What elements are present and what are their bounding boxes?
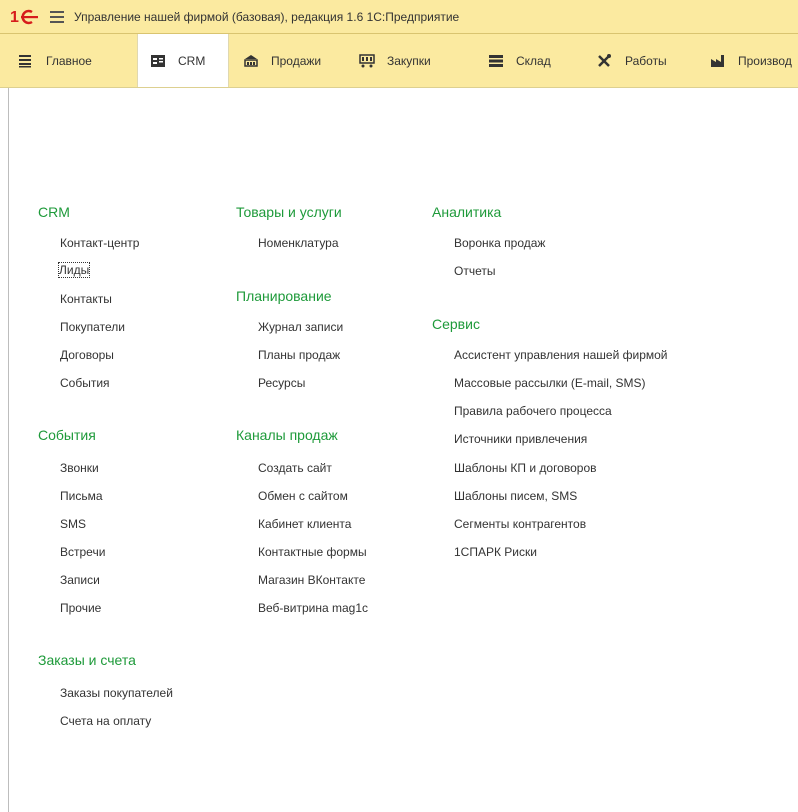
nav-item-contacts[interactable]: Контакты xyxy=(60,292,112,306)
section-label: Производ xyxy=(738,53,792,68)
nav-item-sales-plans[interactable]: Планы продаж xyxy=(258,348,340,362)
nav-item-invoices[interactable]: Счета на оплату xyxy=(60,714,151,728)
nav-item-vk-store[interactable]: Магазин ВКонтакте xyxy=(258,573,365,587)
section-crm[interactable]: CRM xyxy=(137,34,229,87)
section-works[interactable]: Работы xyxy=(597,34,667,87)
content-area: CRM Контакт-центр Лиды Контакты Покупате… xyxy=(0,88,798,812)
group-title-crm: CRM xyxy=(38,204,70,220)
section-label: CRM xyxy=(178,54,206,68)
nav-item-resources[interactable]: Ресурсы xyxy=(258,376,305,390)
title-bar: 1 Управление нашей фирмой (базовая), ред… xyxy=(0,0,798,34)
window-title: Управление нашей фирмой (базовая), редак… xyxy=(74,9,460,24)
section-label: Склад xyxy=(516,53,551,68)
nav-item-contracts[interactable]: Договоры xyxy=(60,348,114,362)
nav-item-assistant[interactable]: Ассистент управления нашей фирмой xyxy=(454,348,668,362)
nav-item-site-exchange[interactable]: Обмен с сайтом xyxy=(258,489,348,503)
group-title-goods: Товары и услуги xyxy=(236,204,342,220)
nav-item-proposal-templates[interactable]: Шаблоны КП и договоров xyxy=(454,461,597,475)
nav-item-letters[interactable]: Письма xyxy=(60,489,103,503)
nav-item-letter-templates[interactable]: Шаблоны писем, SMS xyxy=(454,489,577,503)
nav-item-mass-mailing[interactable]: Массовые рассылки (E-mail, SMS) xyxy=(454,376,646,390)
nav-item-web-showcase[interactable]: Веб-витрина mag1c xyxy=(258,601,368,615)
1c-logo-icon[interactable]: 1 xyxy=(10,7,40,27)
warehouse-icon xyxy=(488,54,504,68)
section-label: Закупки xyxy=(387,53,431,68)
group-title-planning: Планирование xyxy=(236,288,332,304)
nav-item-create-site[interactable]: Создать сайт xyxy=(258,461,332,475)
nav-item-contact-center[interactable]: Контакт-центр xyxy=(60,236,139,250)
menu-lines-icon xyxy=(18,54,34,68)
nav-item-contact-forms[interactable]: Контактные формы xyxy=(258,545,367,559)
section-warehouse[interactable]: Склад xyxy=(488,34,551,87)
group-title-sales-channels: Каналы продаж xyxy=(236,427,338,443)
nav-item-meetings[interactable]: Встречи xyxy=(60,545,105,559)
svg-text:1: 1 xyxy=(10,9,19,26)
nav-item-counterparty-segments[interactable]: Сегменты контрагентов xyxy=(454,517,586,531)
nav-item-client-cabinet[interactable]: Кабинет клиента xyxy=(258,517,351,531)
nav-item-workflow-rules[interactable]: Правила рабочего процесса xyxy=(454,404,612,418)
section-label: Работы xyxy=(625,53,667,68)
section-label: Главное xyxy=(46,53,92,68)
section-label: Продажи xyxy=(271,53,322,68)
section-sales[interactable]: Продажи xyxy=(243,34,321,87)
section-production[interactable]: Производ xyxy=(710,34,792,87)
tools-icon xyxy=(597,53,613,68)
main-menu-icon[interactable] xyxy=(50,10,64,23)
nav-item-lead-sources[interactable]: Источники привлечения xyxy=(454,432,587,446)
cash-register-icon xyxy=(243,54,259,68)
nav-item-calls[interactable]: Звонки xyxy=(60,461,99,475)
shopping-cart-icon xyxy=(359,53,375,68)
nav-item-sms[interactable]: SMS xyxy=(60,517,86,531)
factory-icon xyxy=(710,54,726,68)
nav-item-nomenclature[interactable]: Номенклатура xyxy=(258,236,339,250)
nav-item-leads[interactable]: Лиды xyxy=(57,262,91,278)
nav-item-reports[interactable]: Отчеты xyxy=(454,264,495,278)
nav-item-records[interactable]: Записи xyxy=(60,573,100,587)
nav-item-other[interactable]: Прочие xyxy=(60,601,101,615)
nav-item-spark-risks[interactable]: 1СПАРК Риски xyxy=(454,545,537,559)
left-divider xyxy=(8,88,9,812)
group-title-events: События xyxy=(38,427,96,443)
nav-item-sales-funnel[interactable]: Воронка продаж xyxy=(454,236,545,250)
nav-item-customer-orders[interactable]: Заказы покупателей xyxy=(60,686,173,700)
section-purchases[interactable]: Закупки xyxy=(359,34,431,87)
nav-item-customers[interactable]: Покупатели xyxy=(60,320,125,334)
group-title-service: Сервис xyxy=(432,316,480,332)
group-title-orders: Заказы и счета xyxy=(38,652,136,668)
contact-card-icon xyxy=(150,54,166,68)
sections-panel: Главное CRM Продажи Закупки Склад Работы xyxy=(0,34,798,88)
section-main[interactable]: Главное xyxy=(18,34,92,87)
nav-item-events[interactable]: События xyxy=(60,376,110,390)
nav-item-booking-journal[interactable]: Журнал записи xyxy=(258,320,343,334)
group-title-analytics: Аналитика xyxy=(432,204,502,220)
